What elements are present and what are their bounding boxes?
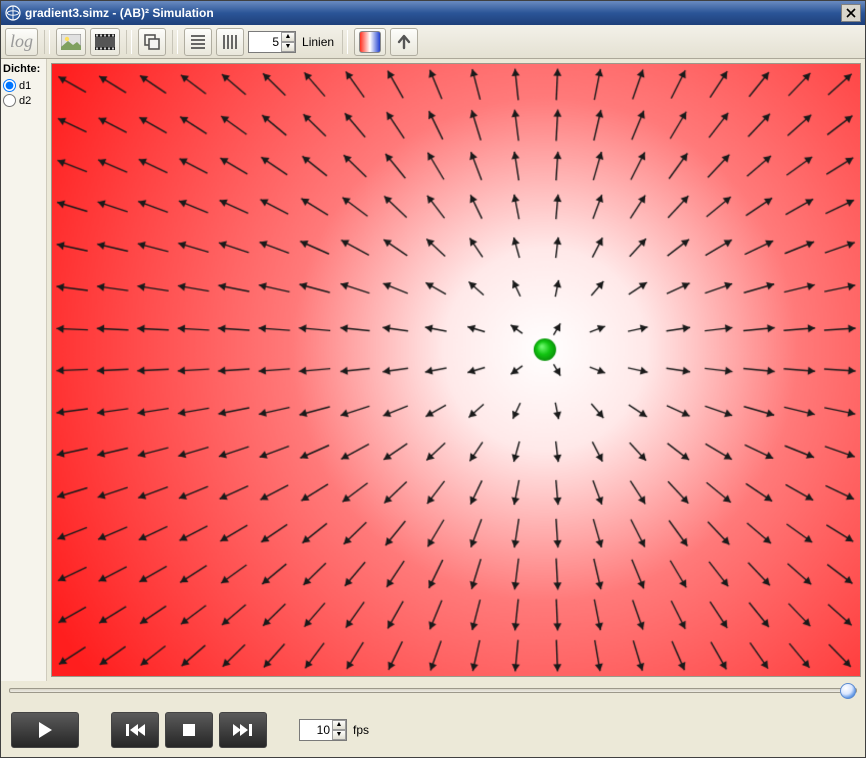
toolbar: log ▲ ▼ Linien bbox=[1, 25, 865, 59]
toolbar-separator bbox=[172, 30, 178, 54]
app-icon bbox=[5, 5, 21, 21]
timeline-track[interactable] bbox=[9, 688, 857, 693]
titlebar: gradient3.simz - (AB)² Simulation bbox=[1, 1, 865, 25]
fps-label: fps bbox=[353, 723, 369, 737]
spinner-down-button[interactable]: ▼ bbox=[332, 730, 346, 740]
radio-d2[interactable] bbox=[3, 94, 16, 107]
toolbar-separator bbox=[126, 30, 132, 54]
window-close-button[interactable] bbox=[841, 4, 861, 22]
colormap-button[interactable] bbox=[354, 28, 386, 56]
toolbar-separator bbox=[342, 30, 348, 54]
log-scale-button[interactable]: log bbox=[5, 28, 38, 56]
lines-count-input[interactable] bbox=[249, 33, 281, 51]
snapshot-image-button[interactable] bbox=[56, 28, 86, 56]
content-area: Dichte: d1 d2 bbox=[1, 59, 865, 681]
upload-button[interactable] bbox=[390, 28, 418, 56]
spinner-down-button[interactable]: ▼ bbox=[281, 42, 295, 52]
vector-field-canvas[interactable] bbox=[52, 64, 860, 676]
stop-button[interactable] bbox=[165, 712, 213, 748]
fps-input[interactable] bbox=[300, 721, 332, 739]
lines-label: Linien bbox=[302, 35, 334, 49]
lines-count-field[interactable]: ▲ ▼ bbox=[248, 31, 296, 53]
radio-d1[interactable] bbox=[3, 79, 16, 92]
sidebar-heading: Dichte: bbox=[3, 63, 44, 75]
record-movie-button[interactable] bbox=[90, 28, 120, 56]
skip-forward-button[interactable] bbox=[219, 712, 267, 748]
hlines-button[interactable] bbox=[184, 28, 212, 56]
timeline bbox=[1, 681, 865, 703]
radio-d1-label: d1 bbox=[19, 80, 31, 92]
copy-button[interactable] bbox=[138, 28, 166, 56]
app-window: gradient3.simz - (AB)² Simulation log ▲ bbox=[0, 0, 866, 758]
play-button[interactable] bbox=[11, 712, 79, 748]
window-title: gradient3.simz - (AB)² Simulation bbox=[25, 6, 841, 20]
sidebar-option-d1[interactable]: d1 bbox=[3, 79, 44, 92]
sidebar: Dichte: d1 d2 bbox=[1, 59, 47, 681]
fps-field[interactable]: ▲ ▼ bbox=[299, 719, 347, 741]
playback-controls: ▲ ▼ fps bbox=[1, 703, 865, 757]
colormap-swatch-icon bbox=[359, 31, 381, 53]
spinner-up-button[interactable]: ▲ bbox=[332, 720, 346, 730]
sidebar-option-d2[interactable]: d2 bbox=[3, 94, 44, 107]
canvas-wrap bbox=[47, 59, 865, 681]
toolbar-separator bbox=[44, 30, 50, 54]
vlines-button[interactable] bbox=[216, 28, 244, 56]
radio-d2-label: d2 bbox=[19, 95, 31, 107]
timeline-thumb[interactable] bbox=[840, 683, 856, 699]
skip-back-button[interactable] bbox=[111, 712, 159, 748]
spinner-up-button[interactable]: ▲ bbox=[281, 32, 295, 42]
canvas-border bbox=[51, 63, 861, 677]
